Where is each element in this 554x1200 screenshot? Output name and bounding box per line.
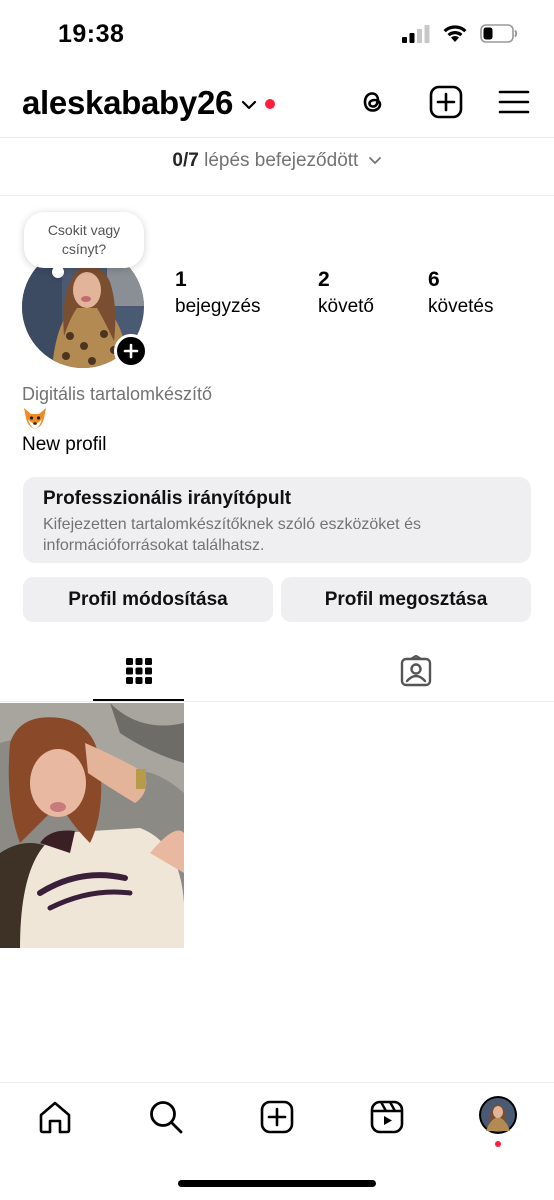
cellular-signal-icon [402,24,430,43]
reels-icon [370,1100,404,1134]
username: aleskababy26 [22,84,234,121]
status-bar: 19:38 [0,0,554,70]
stat-posts-count: 1 [175,268,187,291]
profile-steps-progress[interactable]: 0/7 lépés befejeződött [0,150,554,172]
fox-emoji-icon [24,408,46,429]
chevron-down-icon [368,157,381,165]
steps-count: 0/7 [172,150,199,171]
stat-following[interactable]: 6 követés [428,268,493,318]
stat-following-count: 6 [428,268,440,291]
tagged-user-icon [400,655,431,687]
menu-icon[interactable] [496,84,532,120]
tab-tagged[interactable] [370,640,461,702]
search-icon [150,1101,183,1134]
battery-icon [480,24,518,43]
grid-icon [125,658,152,684]
stat-posts[interactable]: 1 bejegyzés [175,268,261,318]
status-time: 19:38 [58,20,125,48]
header-divider [0,137,554,138]
home-indicator [178,1180,376,1187]
bio-text: New profil [22,434,107,455]
stat-followers[interactable]: 2 követő [318,268,374,318]
account-switcher[interactable]: aleskababy26 [22,84,276,122]
nav-home[interactable] [35,1097,75,1137]
edit-profile-button[interactable]: Profil módosítása [23,577,273,622]
nav-reels[interactable] [367,1097,407,1137]
chevron-down-icon [241,100,257,110]
nav-create[interactable] [257,1097,297,1137]
stat-followers-count: 2 [318,268,330,291]
home-icon [39,1101,71,1134]
plus-icon [123,343,139,359]
tabs-divider [0,701,554,702]
threads-icon[interactable] [355,84,391,120]
profile-notification-dot [495,1141,501,1147]
note-bubble[interactable]: Csokit vagy csínyt? [24,212,144,268]
notification-dot [265,99,276,109]
post-thumbnail[interactable] [0,703,184,948]
stat-followers-label: követő [318,296,374,317]
nav-profile[interactable] [478,1095,518,1135]
profile-header: aleskababy26 [0,78,554,134]
stat-following-label: követés [428,296,494,317]
stat-posts-label: bejegyzés [175,296,261,317]
add-story-button[interactable] [114,334,148,368]
nav-search[interactable] [146,1097,186,1137]
share-profile-button[interactable]: Profil megosztása [281,577,531,622]
create-icon [260,1100,294,1134]
note-bubble-tail [52,266,64,278]
dashboard-title: Professzionális irányítópult [43,488,292,509]
tab-posts-grid[interactable] [93,640,184,702]
dashboard-description: Kifejezetten tartalomkészítőknek szóló e… [43,516,421,554]
professional-dashboard[interactable]: Professzionális irányítópult Kifejezette… [23,477,531,563]
status-icons [402,24,518,43]
profile-category: Digitális tartalomkészítő [22,384,213,404]
create-post-icon[interactable] [428,84,464,120]
steps-label: lépés befejeződött [204,150,359,171]
profile-avatar-icon [479,1096,517,1134]
steps-divider [0,195,554,196]
wifi-icon [443,25,467,42]
